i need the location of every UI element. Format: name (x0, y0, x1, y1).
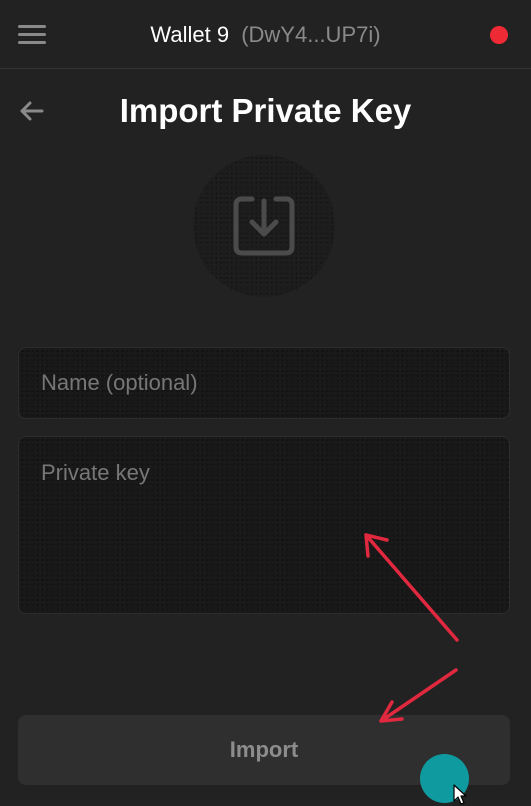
top-bar: Wallet 9 (DwY4...UP7i) (0, 0, 531, 69)
download-box-icon (233, 196, 295, 256)
mouse-cursor-icon (453, 784, 467, 805)
import-button[interactable]: Import (18, 715, 510, 785)
wallet-address: (DwY4...UP7i) (241, 22, 381, 47)
private-key-input[interactable] (18, 436, 510, 614)
import-badge (193, 155, 335, 297)
connection-status-indicator (490, 26, 508, 44)
wallet-name: Wallet 9 (150, 22, 230, 47)
wallet-name-input[interactable] (18, 347, 510, 419)
wallet-selector[interactable]: Wallet 9 (DwY4...UP7i) (0, 20, 531, 50)
page-title: Import Private Key (119, 92, 412, 129)
annotation-arrow-to-import-button (379, 668, 458, 723)
